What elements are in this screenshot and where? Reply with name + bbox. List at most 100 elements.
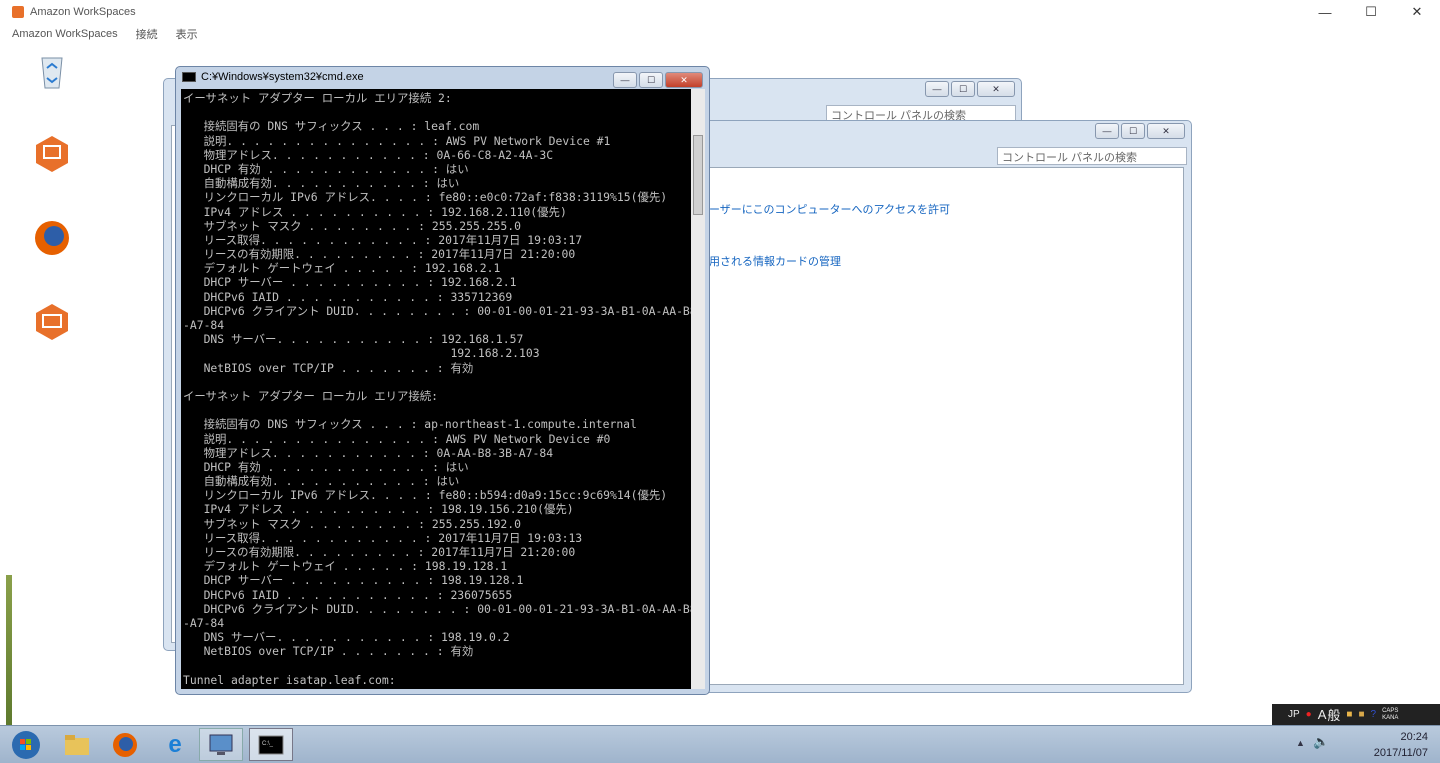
console-line: 説明. . . . . . . . . . . . . . . : AWS PV… xyxy=(183,133,611,148)
minimize-icon[interactable]: — xyxy=(613,72,637,88)
allow-access-link[interactable]: ーザーにこのコンピューターへのアクセスを許可 xyxy=(709,201,950,217)
cmd-title: C:¥Windows¥system32¥cmd.exe xyxy=(201,71,364,83)
kana-label: KANA xyxy=(1382,714,1399,721)
workspaces-shortcut-icon[interactable] xyxy=(32,134,72,174)
ime-conversion-mode[interactable]: 般 xyxy=(1327,705,1340,724)
ime-alert-icon[interactable]: ● xyxy=(1306,709,1312,720)
clock-date: 2017/11/07 xyxy=(1373,747,1428,759)
minimize-button[interactable]: — xyxy=(1302,0,1348,24)
ime-tools-icon[interactable]: ■ xyxy=(1358,709,1364,720)
maximize-icon[interactable]: ☐ xyxy=(951,81,975,97)
console-line: DHCP 有効 . . . . . . . . . . . . : はい xyxy=(183,161,469,176)
console-line: IPv4 アドレス . . . . . . . . . . : 192.168.… xyxy=(183,204,567,219)
console-line: イーサネット アダプター ローカル エリア接続 2: xyxy=(183,91,452,105)
info-card-link[interactable]: 用される情報カードの管理 xyxy=(709,253,841,269)
firefox-taskbar-icon[interactable] xyxy=(103,728,147,761)
close-button[interactable]: ✕ xyxy=(1394,0,1440,24)
console-line: 物理アドレス. . . . . . . . . . . : 0A-AA-B8-3… xyxy=(183,445,554,460)
workspaces-titlebar: Amazon WorkSpaces — ☐ ✕ xyxy=(0,0,1440,24)
minimize-icon[interactable]: — xyxy=(925,81,949,97)
language-bar: JP ● A 般 ■ ■ ? CAPS KANA xyxy=(1272,704,1440,725)
console-line: サブネット マスク . . . . . . . . : 255.255.192.… xyxy=(183,516,522,531)
ime-lang[interactable]: JP xyxy=(1288,709,1300,720)
remote-desktop-shortcut-icon[interactable] xyxy=(32,302,72,342)
workspaces-logo-icon xyxy=(12,6,24,18)
volume-icon[interactable]: 🔈 xyxy=(1313,734,1329,750)
console-line: DHCPv6 クライアント DUID. . . . . . . . : 00-0… xyxy=(183,601,691,616)
console-line: -A7-84 xyxy=(183,615,225,630)
explorer-icon[interactable] xyxy=(55,728,99,761)
recycle-bin-icon[interactable] xyxy=(32,50,72,90)
cmd-window[interactable]: C:¥Windows¥system32¥cmd.exe — ☐ ✕ イーサネット ア… xyxy=(175,66,710,695)
console-line: リースの有効期限. . . . . . . . . : 2017年11月7日 2… xyxy=(183,247,576,262)
maximize-button[interactable]: ☐ xyxy=(1348,0,1394,24)
console-line: サブネット マスク . . . . . . . . : 255.255.255.… xyxy=(183,218,522,233)
clock[interactable]: 20:24 2017/11/07 xyxy=(1348,729,1428,761)
clock-time: 20:24 xyxy=(1400,731,1428,743)
control-panel-search-input[interactable]: コントロール パネルの検索 xyxy=(997,147,1187,165)
console-line: NetBIOS over TCP/IP . . . . . . . : 有効 xyxy=(183,360,474,375)
console-line: NetBIOS over TCP/IP . . . . . . . : 有効 xyxy=(183,644,474,659)
menu-workspaces[interactable]: Amazon WorkSpaces xyxy=(12,28,118,40)
taskbar: e C:\_ ▲ 🔈 xyxy=(0,725,1440,763)
console-line: DHCPv6 IAID . . . . . . . . . . . : 2360… xyxy=(183,587,513,602)
firefox-icon[interactable] xyxy=(32,218,72,258)
console-line: DHCP サーバー . . . . . . . . . . : 198.19.1… xyxy=(183,573,524,588)
control-panel-taskbar-icon[interactable] xyxy=(199,728,243,761)
menu-bar: Amazon WorkSpaces 接続 表示 xyxy=(0,24,198,44)
close-icon[interactable]: ✕ xyxy=(1147,123,1185,139)
maximize-icon[interactable]: ☐ xyxy=(639,72,663,88)
maximize-icon[interactable]: ☐ xyxy=(1121,123,1145,139)
console-line: 接続固有の DNS サフィックス . . . : leaf.com xyxy=(183,119,480,134)
minimize-icon[interactable]: — xyxy=(1095,123,1119,139)
internet-explorer-icon[interactable]: e xyxy=(153,728,197,761)
menu-connect[interactable]: 接続 xyxy=(136,26,158,42)
console-line: 自動構成有効. . . . . . . . . . . : はい xyxy=(183,176,460,191)
control-panel-window-front[interactable]: — ☐ ✕ コントロール パネルの検索 ーザーにこのコンピューターへのアクセスを許可… xyxy=(700,120,1192,693)
console-line: DHCP サーバー . . . . . . . . . . : 192.168.… xyxy=(183,275,517,290)
cmd-icon xyxy=(182,72,196,82)
console-line: 物理アドレス. . . . . . . . . . . : 0A-66-C8-A… xyxy=(183,147,554,162)
console-line: リース取得. . . . . . . . . . . . : 2017年11月7… xyxy=(183,232,583,247)
console-line: デフォルト ゲートウェイ . . . . . : 192.168.2.1 xyxy=(183,261,501,276)
caps-kana-indicator: CAPS KANA xyxy=(1382,708,1398,722)
console-line: 自動構成有効. . . . . . . . . . . : はい xyxy=(183,474,460,489)
console-line: IPv4 アドレス . . . . . . . . . . : 198.19.1… xyxy=(183,502,574,517)
console-line: Tunnel adapter isatap.leaf.com: xyxy=(183,672,396,687)
console-line: 説明. . . . . . . . . . . . . . . : AWS PV… xyxy=(183,431,611,446)
ime-pad-icon[interactable]: ■ xyxy=(1346,709,1352,720)
ime-input-mode[interactable]: A xyxy=(1318,707,1327,722)
scrollbar-thumb[interactable] xyxy=(693,135,703,215)
console-line: 接続固有の DNS サフィックス . . . : ap-northeast-1.… xyxy=(183,417,637,432)
console-output[interactable]: イーサネット アダプター ローカル エリア接続 2: 接続固有の DNS サフィ… xyxy=(181,89,691,689)
window-title: Amazon WorkSpaces xyxy=(30,6,136,18)
console-line: 192.168.2.103 xyxy=(183,346,540,361)
console-line: リースの有効期限. . . . . . . . . : 2017年11月7日 2… xyxy=(183,545,576,559)
console-line: イーサネット アダプター ローカル エリア接続: xyxy=(183,388,439,403)
console-line: DHCPv6 IAID . . . . . . . . . . . : 3357… xyxy=(183,289,513,304)
close-icon[interactable]: ✕ xyxy=(665,72,703,88)
scrollbar[interactable] xyxy=(691,89,705,689)
console-line: リンクローカル IPv6 アドレス. . . . : fe80::b594:d0… xyxy=(183,488,668,503)
help-icon[interactable]: ? xyxy=(1371,709,1377,720)
console-line: デフォルト ゲートウェイ . . . . . : 198.19.128.1 xyxy=(183,559,508,574)
cmd-taskbar-icon[interactable]: C:\_ xyxy=(249,728,293,761)
svg-text:C:\_: C:\_ xyxy=(262,741,274,747)
console-line: -A7-84 xyxy=(183,318,225,332)
console-line: リース取得. . . . . . . . . . . . : 2017年11月7… xyxy=(183,530,583,545)
close-icon[interactable]: ✕ xyxy=(977,81,1015,97)
console-line: DHCPv6 クライアント DUID. . . . . . . . : 00-0… xyxy=(183,303,691,318)
console-line: DNS サーバー. . . . . . . . . . . : 192.168.… xyxy=(183,332,524,347)
show-hidden-icons-icon[interactable]: ▲ xyxy=(1296,738,1305,748)
console-line: リンクローカル IPv6 アドレス. . . . : fe80::e0c0:72… xyxy=(183,190,668,205)
wallpaper-edge xyxy=(6,575,12,725)
caps-label: CAPS xyxy=(1382,707,1399,714)
start-button[interactable] xyxy=(4,728,48,761)
console-line: DNS サーバー. . . . . . . . . . . : 198.19.0… xyxy=(183,630,510,645)
menu-view[interactable]: 表示 xyxy=(176,26,198,42)
console-line: DHCP 有効 . . . . . . . . . . . . : はい xyxy=(183,459,469,474)
